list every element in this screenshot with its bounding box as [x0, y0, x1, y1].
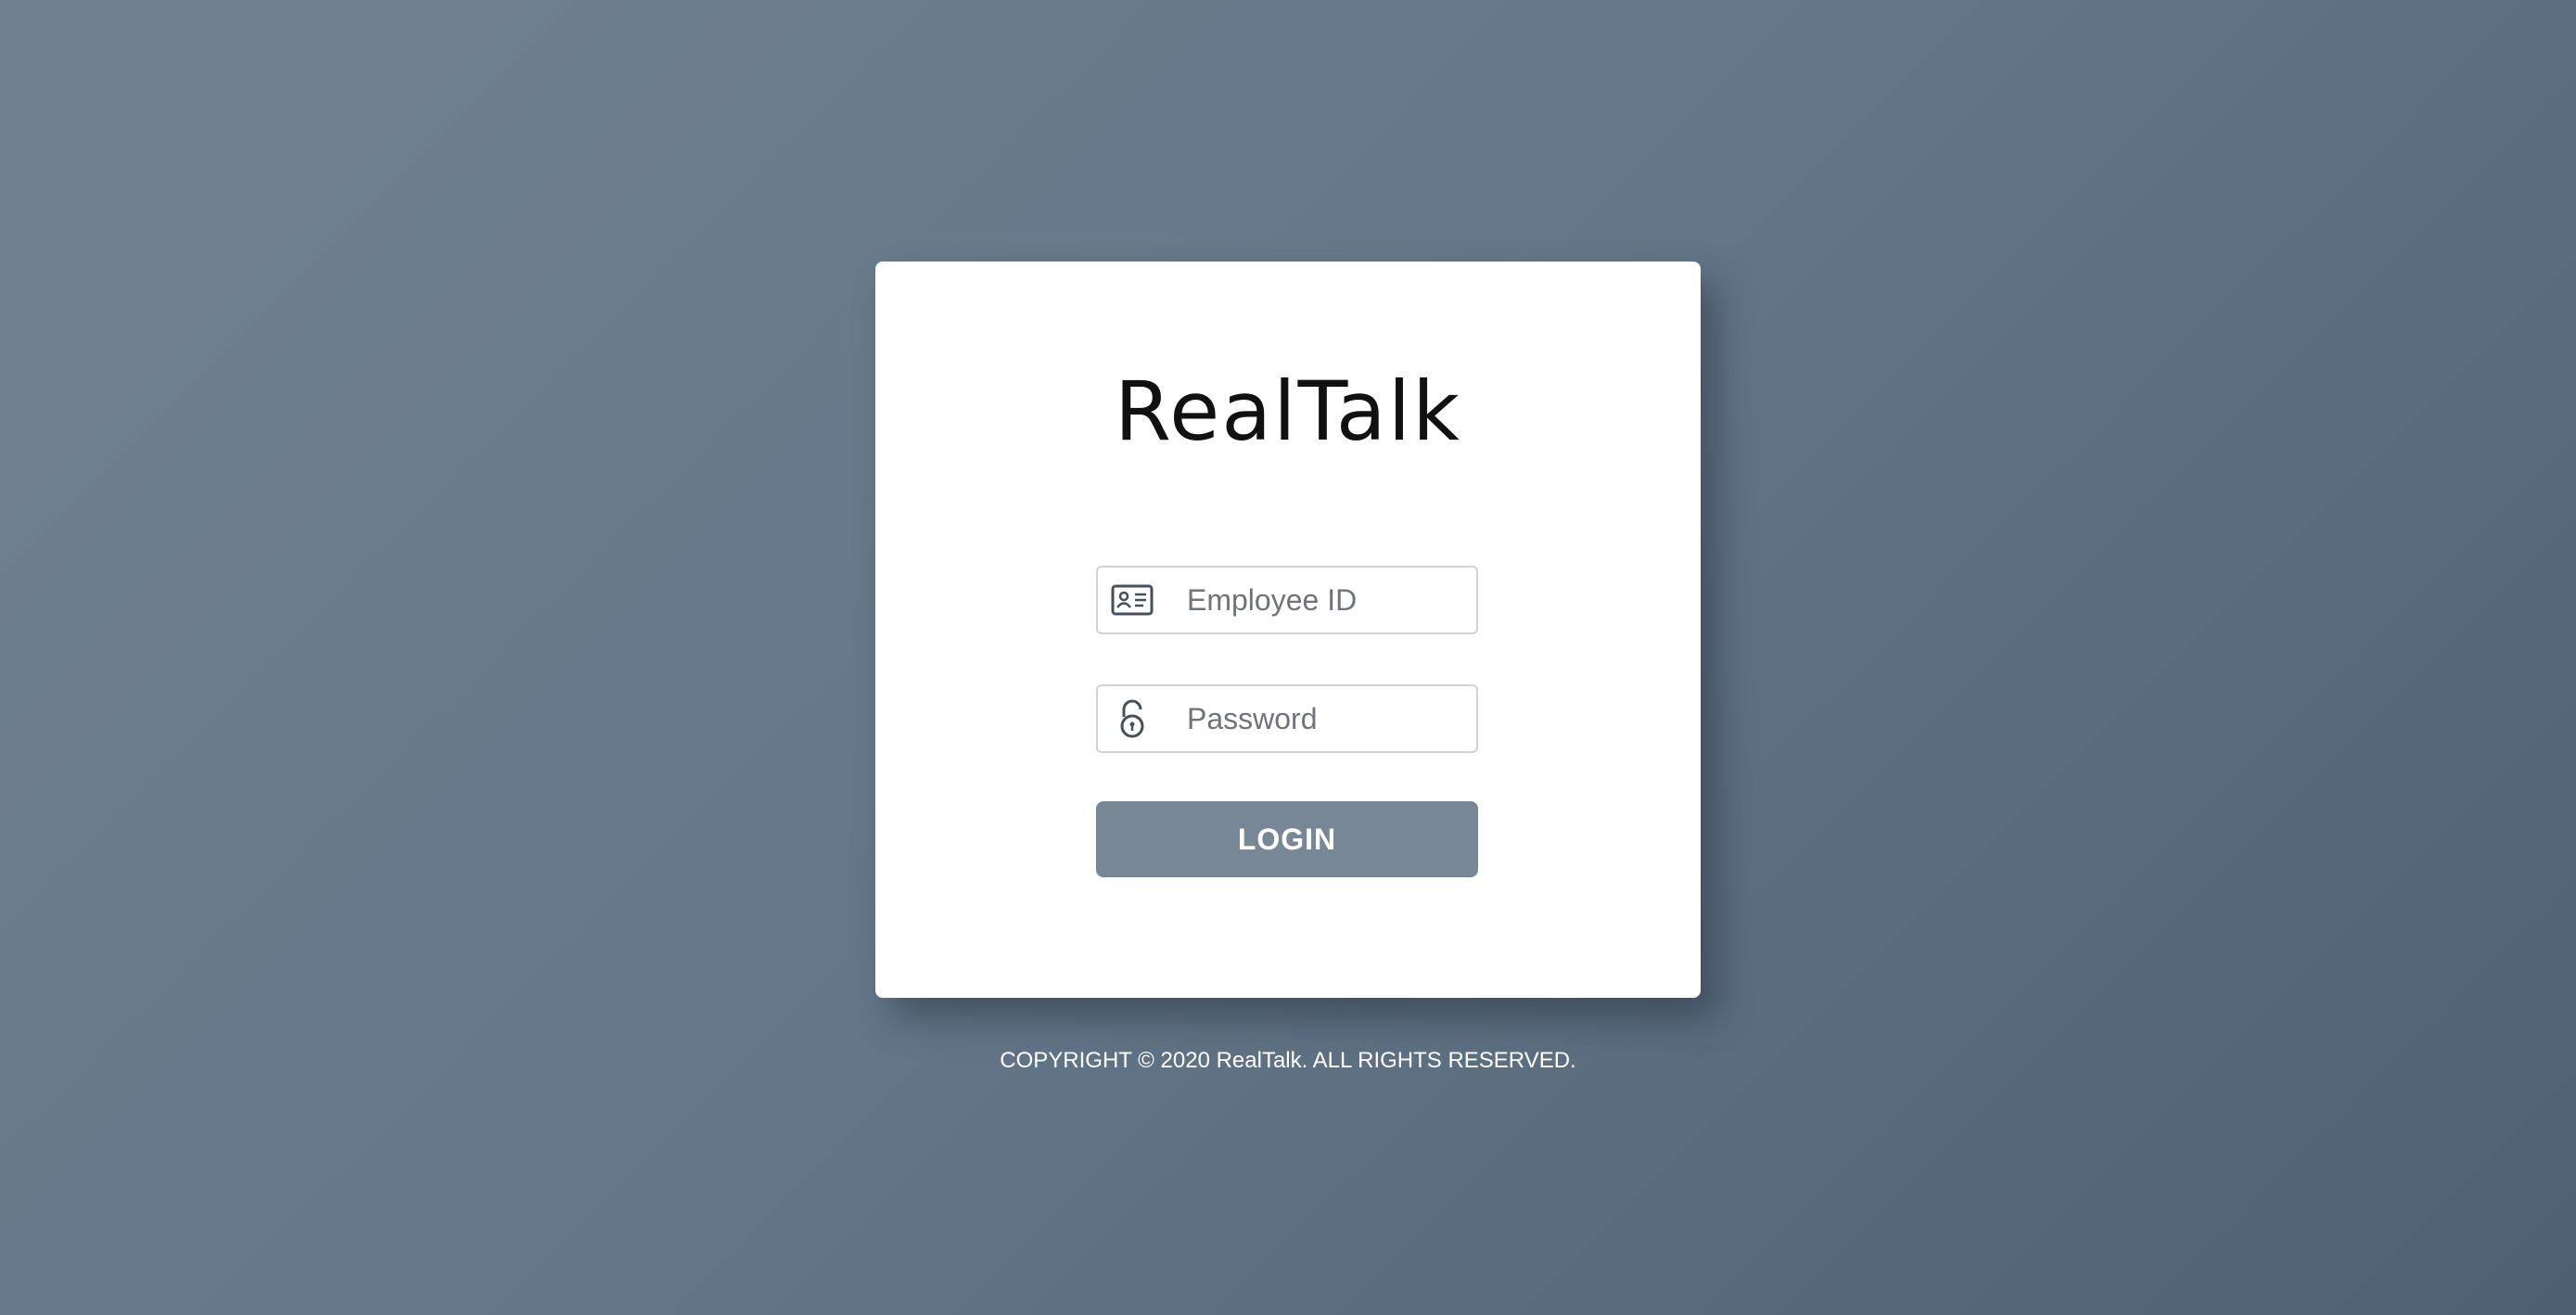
unlock-icon [1111, 697, 1154, 740]
login-button[interactable]: LOGIN [1096, 801, 1478, 877]
password-input[interactable] [1187, 686, 1465, 751]
app-title: RealTalk [1114, 364, 1462, 459]
employee-id-field[interactable] [1096, 566, 1478, 634]
employee-id-input[interactable] [1187, 568, 1465, 632]
id-card-icon [1111, 579, 1154, 621]
login-card: RealTalk LOGIN [875, 262, 1701, 998]
password-field[interactable] [1096, 684, 1478, 753]
copyright-footer: COPYRIGHT © 2020 RealTalk. ALL RIGHTS RE… [1000, 1048, 1576, 1073]
